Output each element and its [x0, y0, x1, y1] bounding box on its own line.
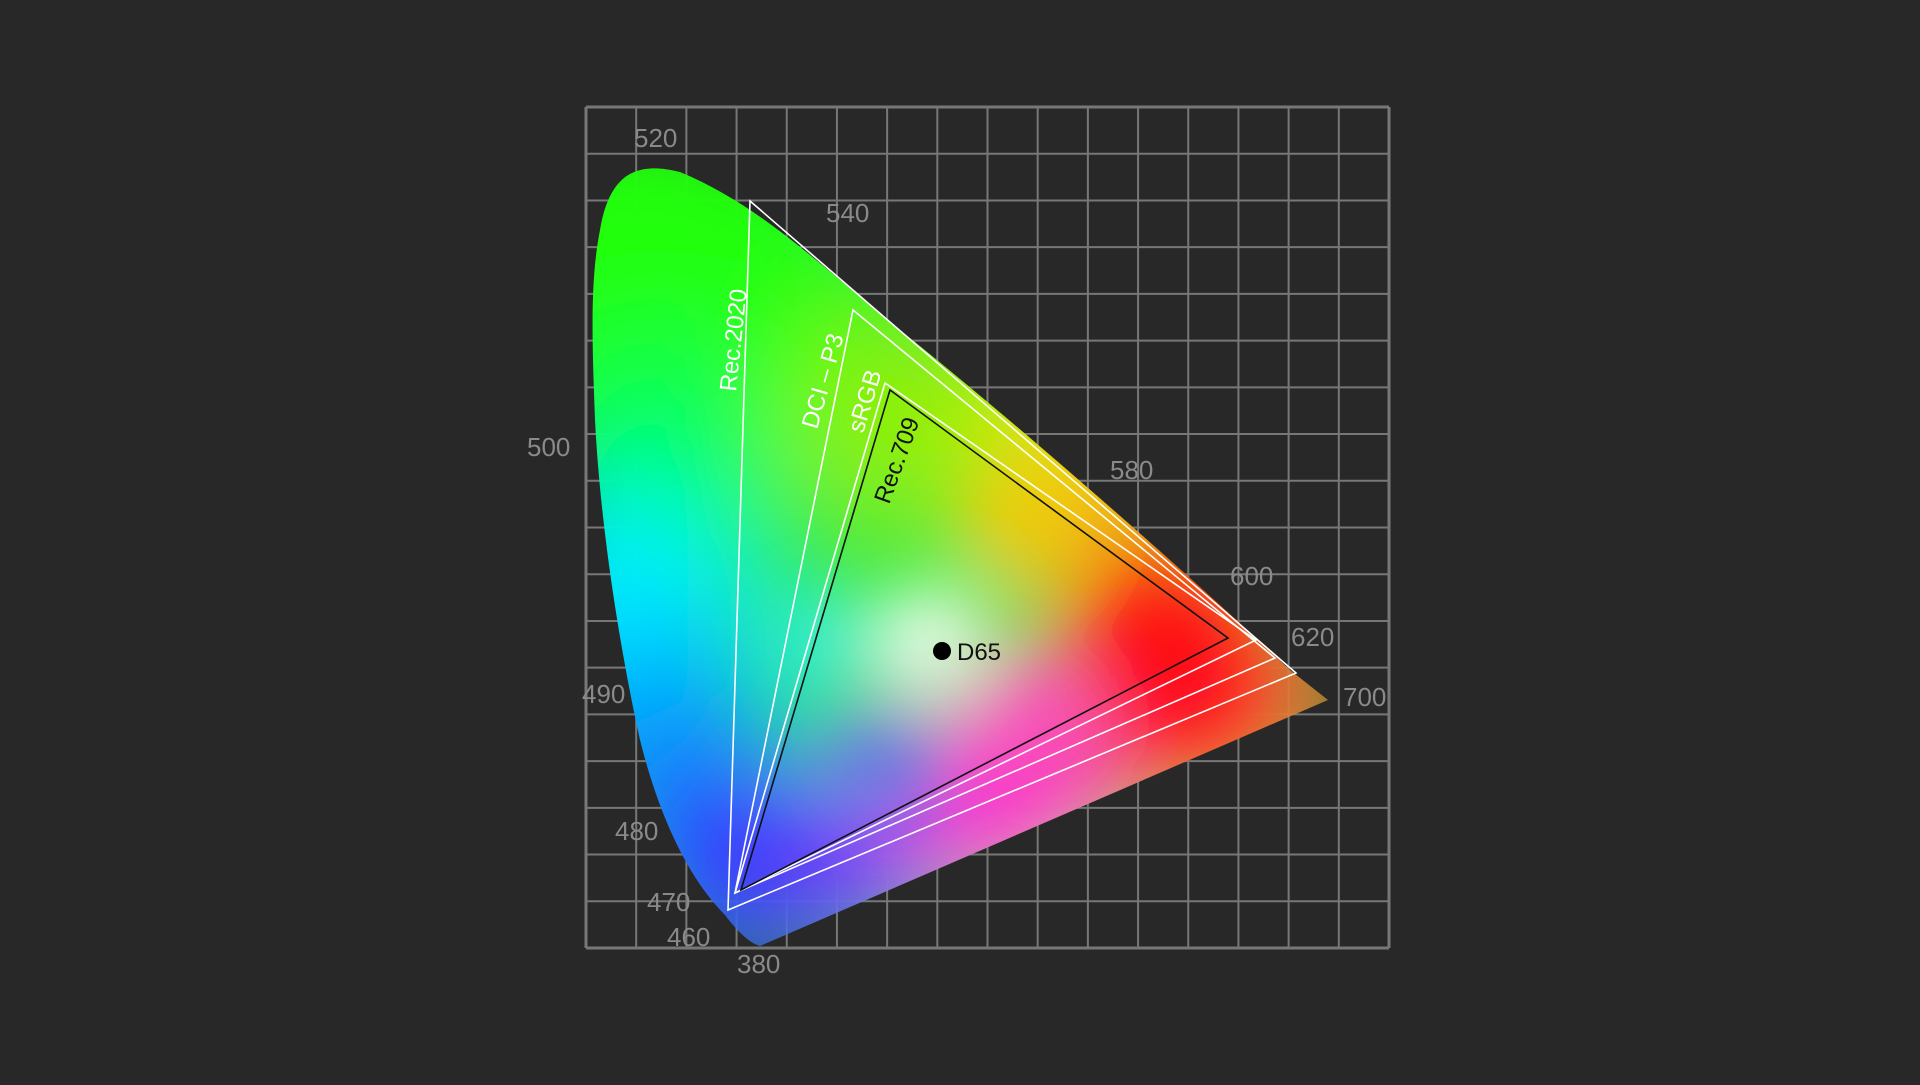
- wavelength-480: 480: [615, 816, 658, 846]
- chromaticity-svg: Rec.2020 DCI – P3 sRGB Rec.709 D65 520 5…: [527, 105, 1391, 979]
- wavelength-500: 500: [527, 432, 570, 462]
- d65-marker: [933, 642, 951, 660]
- wavelength-580: 580: [1110, 455, 1153, 485]
- spectral-locus: [592, 168, 1328, 946]
- wavelength-460: 460: [667, 922, 710, 952]
- wavelength-470: 470: [647, 887, 690, 917]
- wavelength-700: 700: [1343, 682, 1386, 712]
- d65-label: D65: [957, 639, 1001, 666]
- wavelength-490: 490: [582, 679, 625, 709]
- wavelength-620: 620: [1291, 622, 1334, 652]
- wavelength-600: 600: [1230, 561, 1273, 591]
- wavelength-520: 520: [634, 123, 677, 153]
- wavelength-380: 380: [737, 949, 780, 979]
- wavelength-540: 540: [826, 198, 869, 228]
- chromaticity-diagram: Rec.2020 DCI – P3 sRGB Rec.709 D65 520 5…: [0, 0, 1920, 1080]
